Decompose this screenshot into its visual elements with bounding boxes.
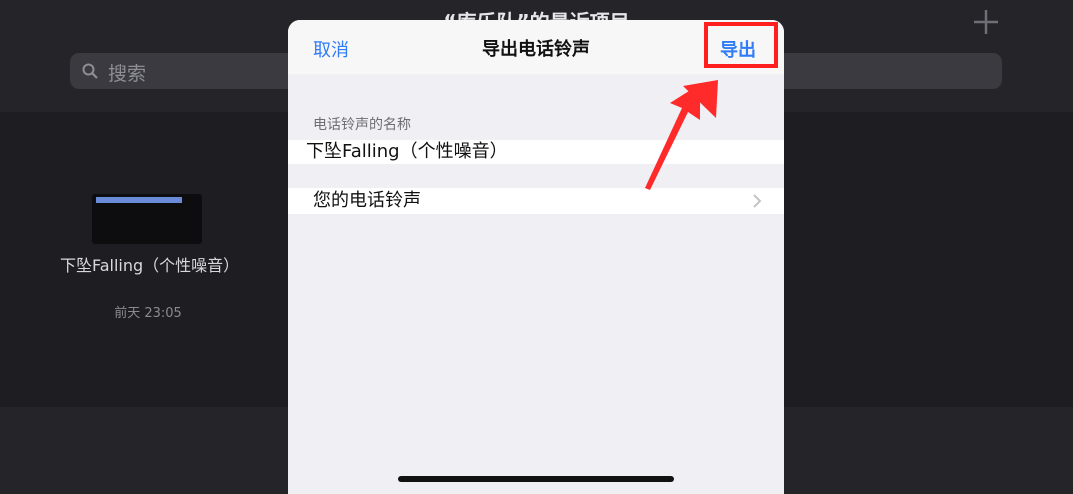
your-ringtones-label: 您的电话铃声 — [313, 190, 421, 211]
project-date: 前天 23:05 — [114, 306, 182, 321]
ringtone-name-row — [288, 140, 784, 164]
ringtone-name-input[interactable] — [306, 140, 766, 164]
project-name: 下坠Falling（个性噪音） — [60, 256, 240, 275]
search-icon — [82, 63, 98, 79]
home-indicator — [398, 476, 674, 482]
project-thumbnail[interactable] — [92, 194, 202, 244]
your-ringtones-row[interactable]: 您的电话铃声 — [288, 188, 784, 214]
export-highlight-box — [704, 22, 778, 68]
chevron-right-icon — [753, 194, 762, 208]
plus-icon[interactable] — [971, 2, 1001, 38]
search-placeholder: 搜索 — [108, 63, 147, 85]
ringtone-name-section-label: 电话铃声的名称 — [313, 117, 411, 133]
project-thumbnail-track — [96, 197, 182, 203]
export-ringtone-sheet: 取消 导出电话铃声 导出 电话铃声的名称 您的电话铃声 — [288, 20, 784, 494]
